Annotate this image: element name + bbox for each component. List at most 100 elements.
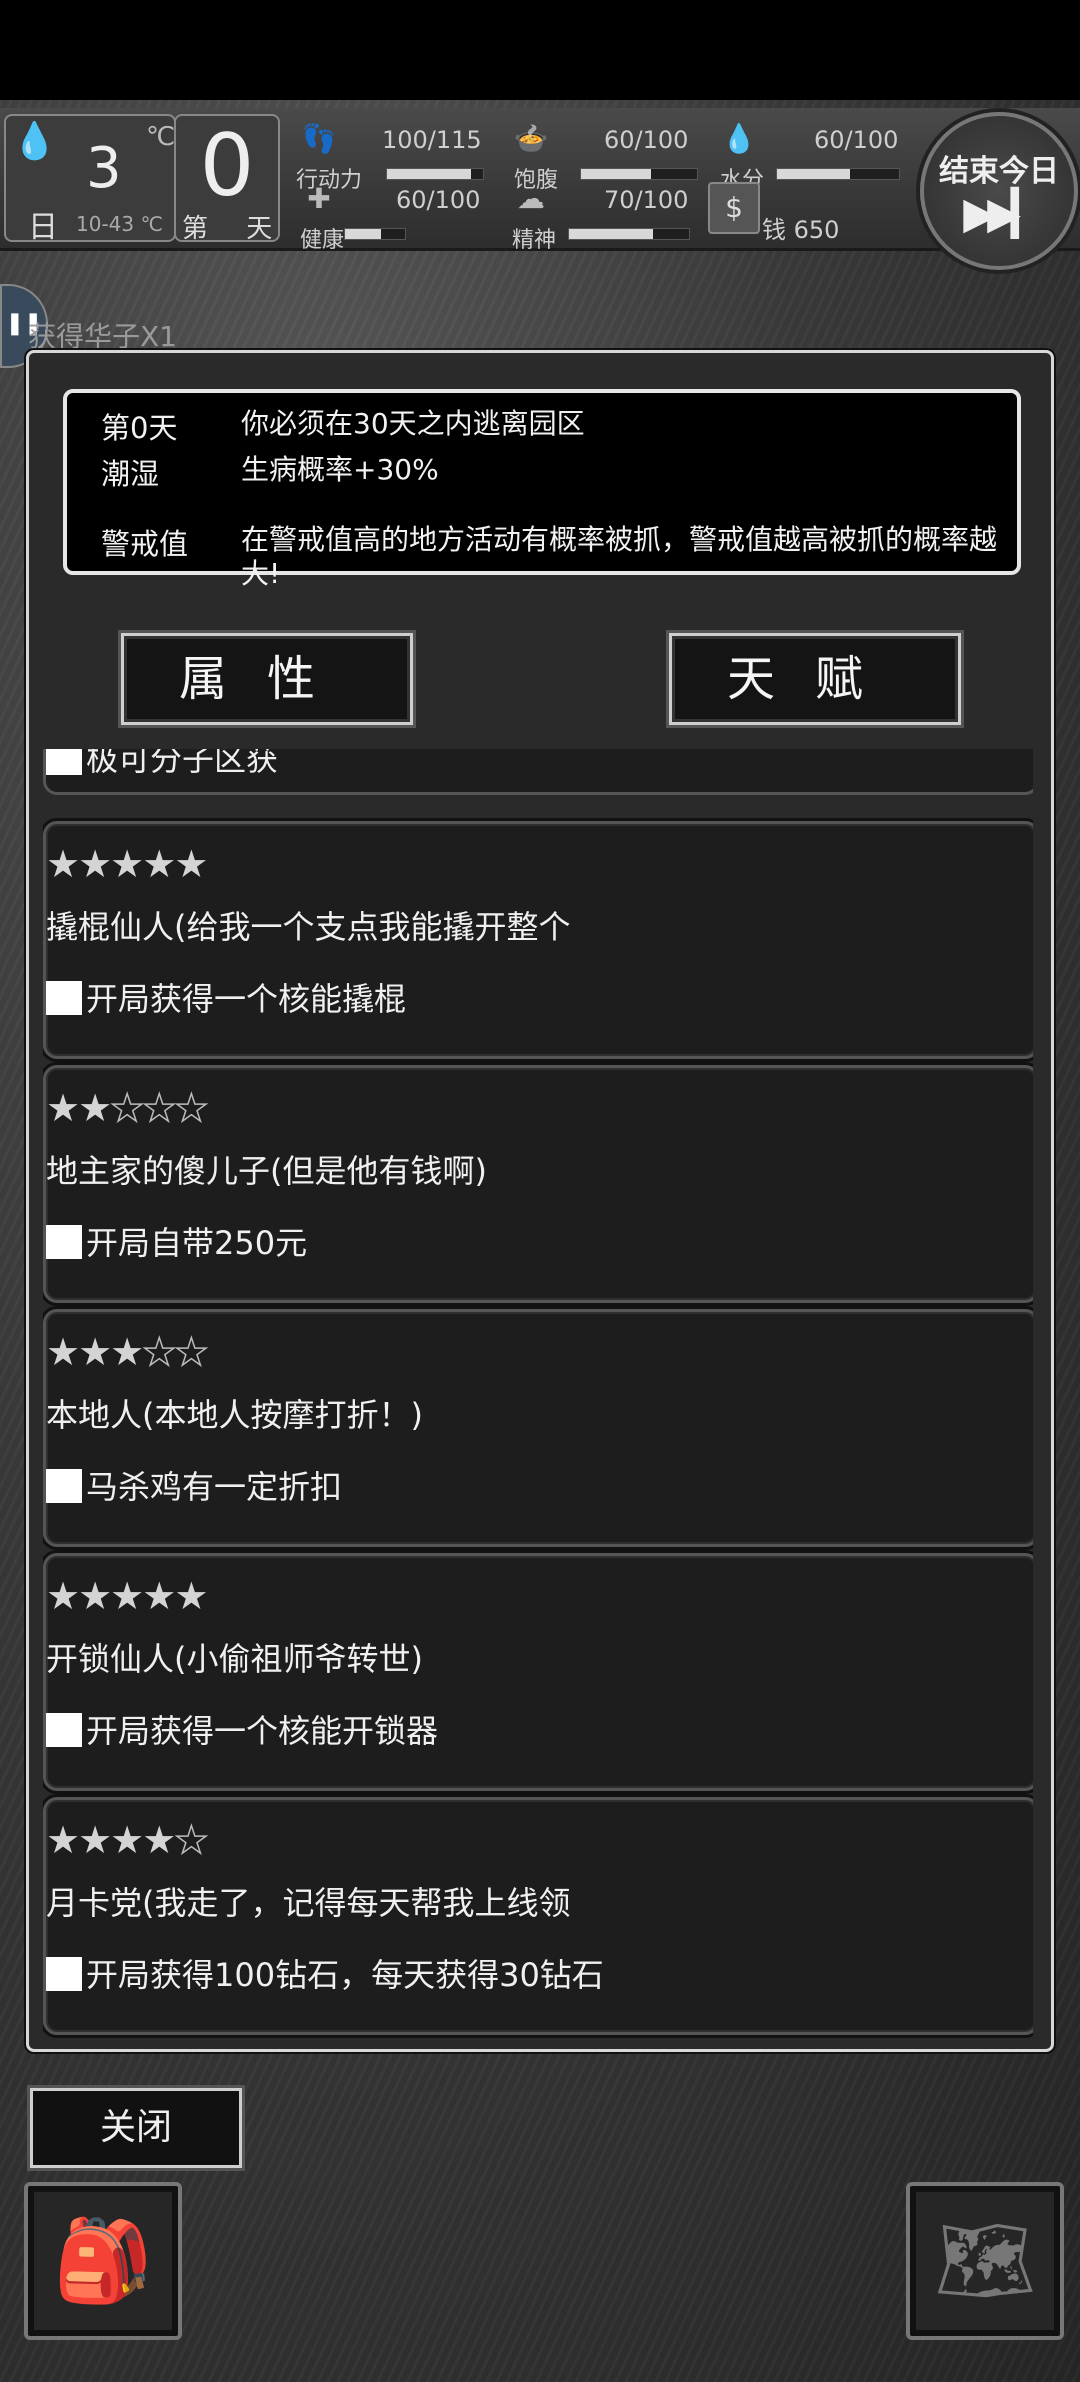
talent-title: 地主家的傻儿子(但是他有钱啊) — [46, 1152, 487, 1190]
talent-card[interactable]: ★★★★★ 撬棍仙人(给我一个支点我能撬开整个 开局获得一个核能撬棍 — [43, 821, 1033, 1059]
star-filled-icon: ★ — [110, 1574, 144, 1618]
talent-card[interactable]: ★★★★★ 月卡党(我走了，记得每天帮我上线领 开局获得100钻石，每天获得30… — [43, 1797, 1033, 2035]
medkit-icon: ✚ — [307, 182, 331, 215]
day-label: 第 天 — [182, 214, 273, 244]
tab-attributes[interactable]: 属性 — [118, 630, 416, 728]
backpack-button[interactable]: 🎒 — [24, 2182, 182, 2340]
water-icon: 💧 — [721, 122, 757, 155]
stat-label: 健康 — [300, 228, 345, 253]
star-rating: ★★★★★ — [46, 1574, 208, 1618]
talent-card[interactable]: ★★★★★ 开锁仙人(小偷祖师爷转世) 开局获得一个核能开锁器 — [43, 1553, 1033, 1791]
bullet-square-icon — [46, 1469, 82, 1503]
brain-icon: ☁ — [517, 182, 545, 215]
star-rating: ★★★★★ — [46, 842, 208, 886]
talent-card-partial: 极可分子区获 — [43, 749, 1033, 795]
stat-value: 60/100 — [396, 186, 481, 214]
talent-title: 本地人(本地人按摩打折！) — [46, 1396, 423, 1434]
stat-value: 60/100 — [604, 126, 689, 154]
star-filled-icon: ★ — [46, 1330, 80, 1374]
star-filled-icon: ★ — [142, 1818, 176, 1862]
star-empty-icon: ★ — [141, 1085, 177, 1131]
star-filled-icon: ★ — [78, 1330, 112, 1374]
weather-info-label: 潮湿 — [101, 457, 160, 491]
talent-effect: 开局获得一个核能撬棍 — [46, 974, 406, 1020]
star-rating: ★★★★★ — [46, 1085, 210, 1131]
stat-label: 精神 — [512, 228, 557, 253]
day-number: 0 — [199, 116, 255, 216]
alert-info-label: 警戒值 — [101, 527, 189, 561]
map-button[interactable]: 🗺 — [906, 2182, 1064, 2340]
day-counter: 0 第 天 — [174, 114, 280, 244]
star-filled-icon: ★ — [78, 842, 112, 886]
map-icon: 🗺 — [934, 2214, 1036, 2307]
day-info-text: 你必须在30天之内逃离园区 — [241, 407, 585, 440]
star-filled-icon: ★ — [174, 1574, 208, 1618]
fast-forward-icon: ▶▶▎ — [963, 188, 1045, 239]
bullet-square-icon — [46, 981, 82, 1015]
talent-effect: 极可分子区获 — [46, 749, 278, 780]
talent-effect: 马杀鸡有一定折扣 — [46, 1462, 342, 1508]
talent-card[interactable]: ★★★★★ 本地人(本地人按摩打折！) 马杀鸡有一定折扣 — [43, 1309, 1033, 1547]
stat-spirit: ☁ 精神 70/100 — [512, 182, 690, 253]
weather-info-text: 生病概率+30% — [241, 453, 439, 486]
stat-health: ✚ 健康 60/100 — [300, 182, 480, 253]
talent-list[interactable]: 极可分子区获 ★★★★★ 撬棍仙人(给我一个支点我能撬开整个 开局获得一个核能撬… — [43, 749, 1033, 2041]
stat-bar — [386, 168, 484, 180]
star-empty-icon: ★ — [174, 1817, 210, 1863]
star-filled-icon: ★ — [46, 842, 80, 886]
star-empty-icon: ★ — [141, 1329, 177, 1375]
stat-bar-fill — [387, 169, 471, 179]
tab-talents[interactable]: 天赋 — [666, 630, 964, 728]
talent-effect: 开局获得100钻石，每天获得30钻石 — [46, 1950, 604, 1996]
star-empty-icon: ★ — [109, 1085, 145, 1131]
stat-value: 100/115 — [382, 126, 482, 154]
talent-title: 开锁仙人(小偷祖师爷转世) — [46, 1640, 423, 1678]
bullet-square-icon — [46, 1225, 82, 1259]
stat-value: 60/100 — [814, 126, 899, 154]
end-day-button[interactable]: 结束今日 ▶▶▎ — [920, 112, 1078, 270]
stat-bar — [776, 168, 900, 180]
bullet-square-icon — [46, 749, 82, 775]
status-bar: 💧 3 ℃ 日 10-43 ℃ 0 第 天 👣 行动力 100/115 🍲 饱腹… — [0, 108, 1080, 253]
footprints-icon: 👣 — [301, 122, 337, 155]
temperature: 3 — [86, 136, 122, 201]
info-panel: 第0天 你必须在30天之内逃离园区 潮湿 生病概率+30% 警戒值 在警戒值高的… — [63, 389, 1021, 590]
star-filled-icon: ★ — [174, 842, 208, 886]
talent-title: 月卡党(我走了，记得每天帮我上线领 — [46, 1884, 571, 1922]
talent-card[interactable]: ★★★★★ 地主家的傻儿子(但是他有钱啊) 开局自带250元 — [43, 1065, 1033, 1303]
star-filled-icon: ★ — [46, 1818, 80, 1862]
talent-title: 撬棍仙人(给我一个支点我能撬开整个 — [46, 908, 571, 946]
stat-hunger: 🍲 饱腹 60/100 — [512, 122, 698, 193]
stat-action: 👣 行动力 100/115 — [296, 122, 484, 193]
money-value: 钱 650 — [762, 216, 840, 244]
stat-bar-fill — [777, 169, 851, 179]
day-info-label: 第0天 — [101, 411, 178, 445]
star-filled-icon: ★ — [46, 1086, 80, 1130]
star-filled-icon: ★ — [78, 1086, 112, 1130]
star-filled-icon: ★ — [110, 842, 144, 886]
money-icon: $ — [708, 182, 760, 234]
stat-value: 70/100 — [604, 186, 689, 214]
star-filled-icon: ★ — [142, 842, 176, 886]
talent-effect: 开局获得一个核能开锁器 — [46, 1706, 438, 1752]
food-icon: 🍲 — [513, 122, 549, 155]
weather-day-char: 日 — [28, 210, 58, 245]
bullet-square-icon — [46, 1713, 82, 1747]
star-filled-icon: ★ — [78, 1818, 112, 1862]
stat-bar-fill — [569, 229, 653, 239]
star-empty-icon: ★ — [174, 1085, 210, 1131]
star-filled-icon: ★ — [110, 1818, 144, 1862]
stat-bar — [580, 168, 698, 180]
backpack-icon: 🎒 — [53, 2214, 153, 2307]
stat-bar-fill — [581, 169, 651, 179]
stat-bar — [344, 228, 406, 240]
alert-info-text: 在警戒值高的地方活动有概率被抓，警戒值越高被抓的概率越大! — [241, 523, 998, 590]
temperature-range: 10-43 ℃ — [76, 212, 163, 236]
talent-effect: 开局自带250元 — [46, 1218, 307, 1264]
stat-water: 💧 水分 60/100 — [720, 122, 900, 193]
star-empty-icon: ★ — [174, 1329, 210, 1375]
stat-bar — [568, 228, 690, 240]
toast-message: 获得华子X1 — [28, 320, 177, 353]
stat-bar-fill — [345, 229, 381, 239]
close-button[interactable]: 关闭 — [27, 2085, 245, 2171]
